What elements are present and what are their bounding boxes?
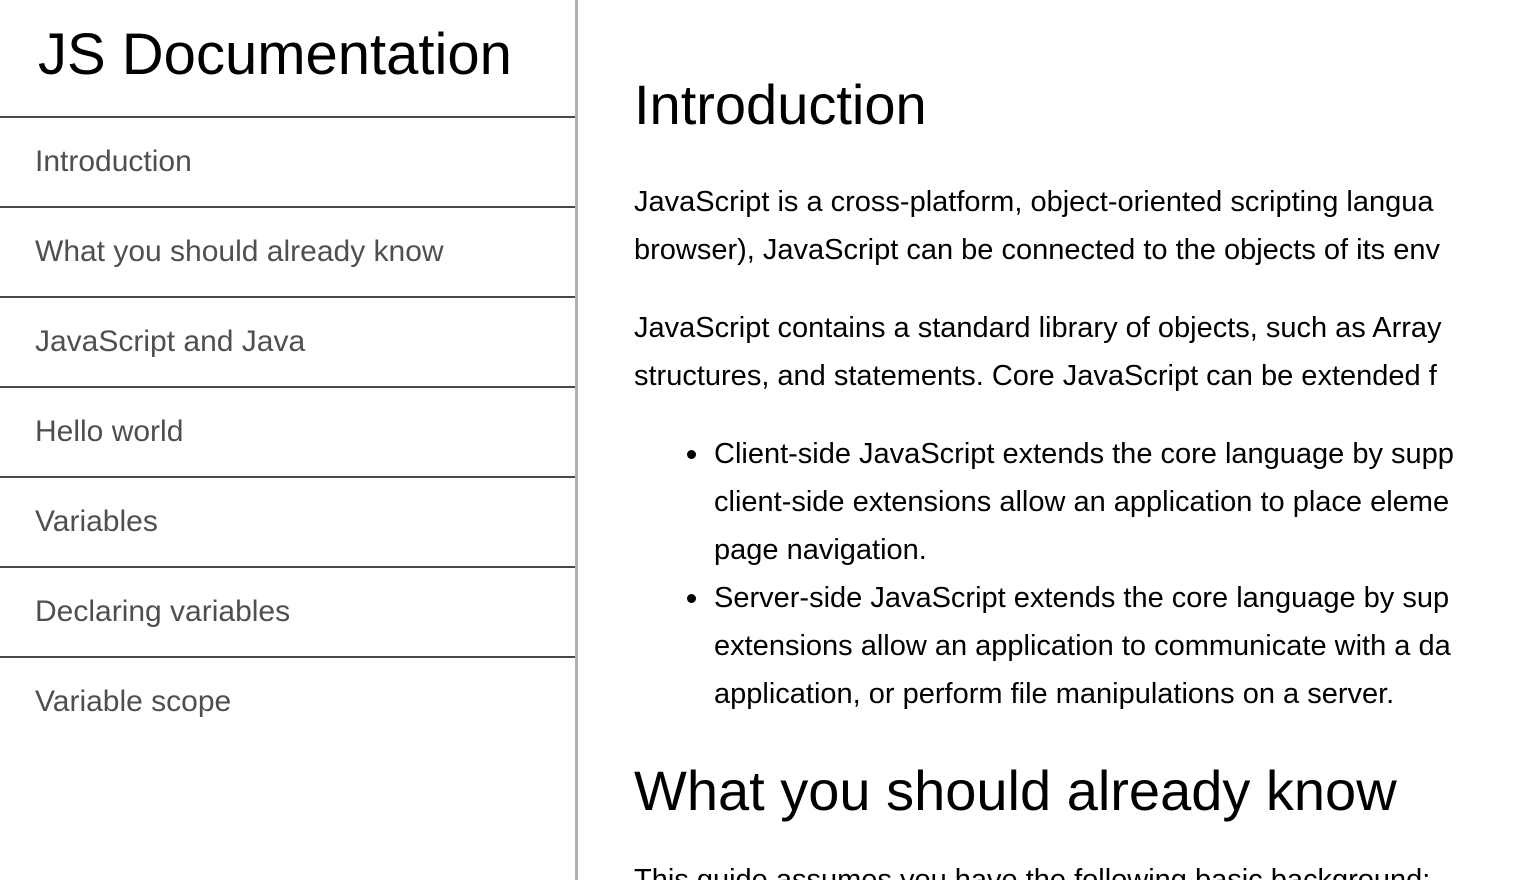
list-bullet: [687, 594, 696, 603]
nav-item: Variables: [0, 478, 575, 568]
nav-item: What you should already know: [0, 208, 575, 298]
intro-paragraph-1-line-1: JavaScript is a cross-platform, object-o…: [634, 186, 1434, 218]
nav-link-introduction[interactable]: Introduction: [0, 118, 575, 206]
intro-paragraph-2-line-2: structures, and statements. Core JavaScr…: [634, 360, 1437, 392]
section-title-introduction: Introduction: [634, 73, 927, 136]
nav-link-declaring-variables[interactable]: Declaring variables: [0, 568, 575, 656]
main-content[interactable]: Introduction JavaScript is a cross-platf…: [578, 0, 1518, 880]
list-bullet: [687, 450, 696, 459]
nav-item: Declaring variables: [0, 568, 575, 658]
list-item-1-line-2: client-side extensions allow an applicat…: [714, 486, 1450, 518]
sidebar-nav: JS Documentation Introduction What you s…: [0, 0, 578, 880]
nav-list: Introduction What you should already kno…: [0, 118, 575, 748]
nav-item: Variable scope: [0, 658, 575, 748]
sidebar-title: JS Documentation: [0, 0, 575, 118]
nav-link-javascript-and-java[interactable]: JavaScript and Java: [0, 298, 575, 386]
nav-item: Introduction: [0, 118, 575, 208]
nav-item: JavaScript and Java: [0, 298, 575, 388]
section-title-what-you-should-already-know: What you should already know: [634, 759, 1397, 822]
nav-link-variables[interactable]: Variables: [0, 478, 575, 566]
list-item-2-line-2: extensions allow an application to commu…: [714, 630, 1451, 662]
list-item-2-line-1: Server-side JavaScript extends the core …: [714, 582, 1450, 614]
nav-link-hello-world[interactable]: Hello world: [0, 388, 575, 476]
nav-link-what-you-should-already-know[interactable]: What you should already know: [0, 208, 575, 296]
list-item-1-line-3: page navigation.: [714, 534, 927, 566]
nav-item: Hello world: [0, 388, 575, 478]
know-paragraph-1-line-1: This guide assumes you have the followin…: [634, 864, 1431, 880]
nav-link-variable-scope[interactable]: Variable scope: [0, 658, 575, 746]
list-item-2-line-3: application, or perform file manipulatio…: [714, 678, 1395, 710]
intro-paragraph-2-line-1: JavaScript contains a standard library o…: [634, 312, 1442, 344]
list-item-1-line-1: Client-side JavaScript extends the core …: [714, 438, 1454, 470]
intro-paragraph-1-line-2: browser), JavaScript can be connected to…: [634, 234, 1440, 266]
